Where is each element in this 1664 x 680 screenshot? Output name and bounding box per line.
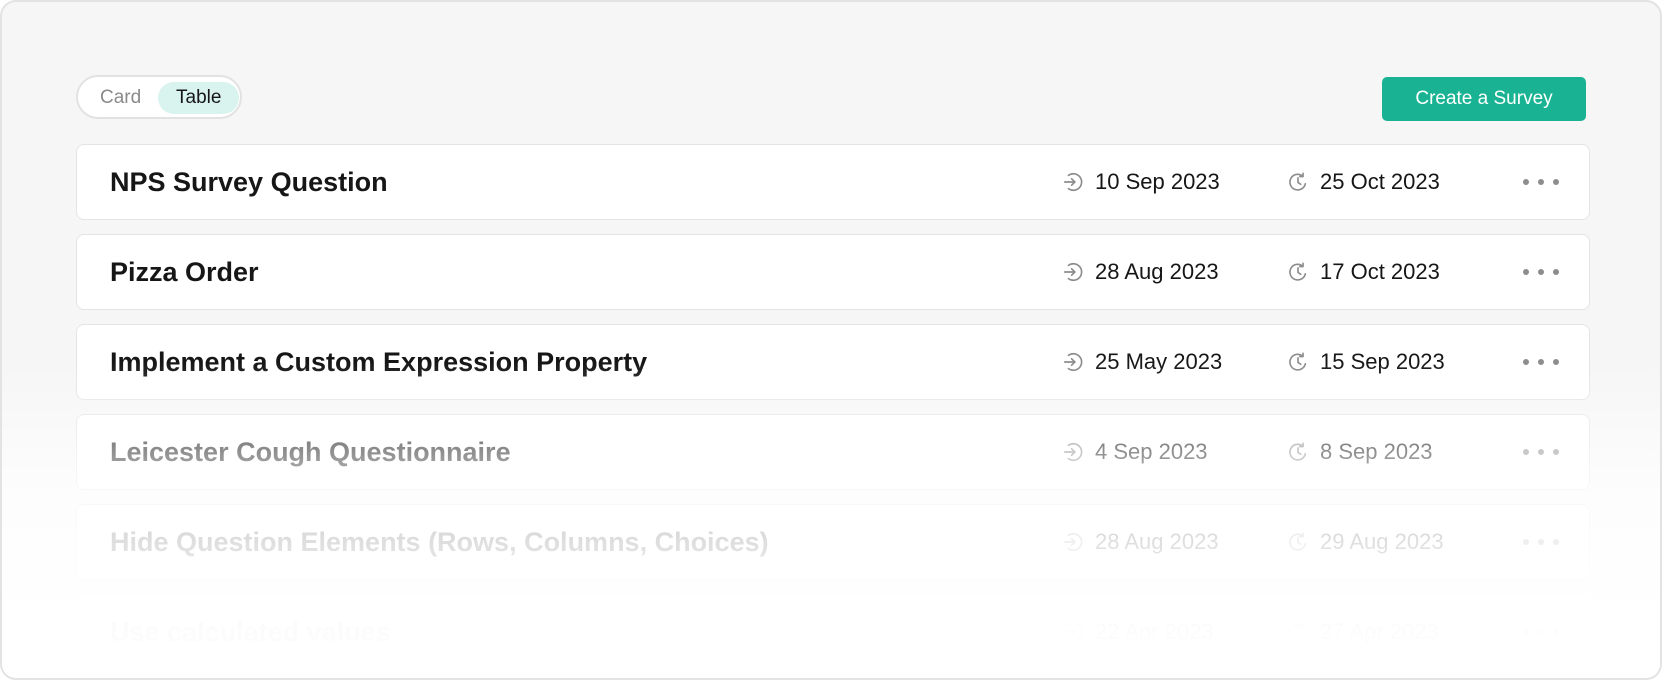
survey-title[interactable]: Use calculated values	[110, 595, 391, 669]
dot	[1523, 179, 1529, 185]
survey-list-panel: Card Table Create a Survey NPS Survey Qu…	[0, 0, 1662, 680]
modified-date-text: 15 Sep 2023	[1320, 349, 1445, 374]
dot	[1553, 449, 1559, 455]
created-date-text: 25 May 2023	[1095, 349, 1223, 374]
history-icon	[1289, 172, 1307, 191]
view-toggle: Card Table	[76, 75, 242, 119]
dot	[1538, 629, 1544, 635]
more-horizontal-icon[interactable]	[1523, 620, 1559, 644]
created-date: 10 Sep 2023	[1062, 145, 1220, 219]
survey-row[interactable]: Leicester Cough Questionnaire 4 Sep 2023…	[76, 414, 1590, 490]
survey-table: NPS Survey Question 10 Sep 2023 25 Oct 2…	[76, 144, 1590, 678]
modified-date-text: 27 Apr 2023	[1320, 619, 1439, 644]
modified-date-text: 17 Oct 2023	[1320, 259, 1440, 284]
toolbar: Card Table Create a Survey	[76, 75, 1586, 123]
more-horizontal-icon[interactable]	[1523, 350, 1559, 374]
card-view-option[interactable]: Card	[82, 82, 159, 114]
dot	[1538, 359, 1544, 365]
survey-row[interactable]: Implement a Custom Expression Property 2…	[76, 324, 1590, 400]
arrow-in-circle-icon	[1063, 262, 1083, 282]
survey-title[interactable]: Leicester Cough Questionnaire	[110, 415, 511, 489]
modified-date: 27 Apr 2023	[1287, 595, 1439, 669]
dot	[1538, 269, 1544, 275]
survey-title[interactable]: Implement a Custom Expression Property	[110, 325, 647, 399]
dot	[1553, 179, 1559, 185]
dot	[1553, 269, 1559, 275]
history-icon	[1289, 622, 1307, 641]
dot	[1553, 629, 1559, 635]
arrow-in-circle-icon	[1063, 352, 1083, 372]
dot	[1523, 269, 1529, 275]
created-date: 22 Apr 2023	[1062, 595, 1214, 669]
created-date-text: 22 Apr 2023	[1095, 619, 1214, 644]
more-horizontal-icon[interactable]	[1523, 260, 1559, 284]
created-date-text: 28 Aug 2023	[1095, 529, 1219, 554]
arrow-in-circle-icon	[1063, 442, 1083, 462]
dot	[1523, 359, 1529, 365]
dot	[1523, 629, 1529, 635]
create-survey-button[interactable]: Create a Survey	[1382, 77, 1586, 121]
modified-date: 29 Aug 2023	[1287, 505, 1444, 579]
history-icon	[1289, 262, 1307, 281]
more-horizontal-icon[interactable]	[1523, 530, 1559, 554]
more-horizontal-icon[interactable]	[1523, 170, 1559, 194]
survey-title[interactable]: NPS Survey Question	[110, 145, 388, 219]
dot	[1523, 449, 1529, 455]
dot	[1523, 539, 1529, 545]
survey-row[interactable]: Use calculated values 22 Apr 2023 27 Apr…	[76, 594, 1590, 670]
created-date: 28 Aug 2023	[1062, 505, 1219, 579]
modified-date-text: 29 Aug 2023	[1320, 529, 1444, 554]
created-date-text: 10 Sep 2023	[1095, 169, 1220, 194]
dot	[1553, 539, 1559, 545]
survey-row[interactable]: Pizza Order 28 Aug 2023 17 Oct 2023	[76, 234, 1590, 310]
dot	[1538, 179, 1544, 185]
dot	[1538, 539, 1544, 545]
history-icon	[1289, 352, 1307, 371]
dot	[1538, 449, 1544, 455]
modified-date-text: 8 Sep 2023	[1320, 439, 1433, 464]
history-icon	[1289, 532, 1307, 551]
created-date-text: 4 Sep 2023	[1095, 439, 1208, 464]
modified-date: 25 Oct 2023	[1287, 145, 1440, 219]
more-horizontal-icon[interactable]	[1523, 440, 1559, 464]
table-view-option[interactable]: Table	[158, 82, 240, 114]
modified-date-text: 25 Oct 2023	[1320, 169, 1440, 194]
survey-title[interactable]: Hide Question Elements (Rows, Columns, C…	[110, 505, 769, 579]
modified-date: 15 Sep 2023	[1287, 325, 1445, 399]
survey-row[interactable]: Hide Question Elements (Rows, Columns, C…	[76, 504, 1590, 580]
modified-date: 17 Oct 2023	[1287, 235, 1440, 309]
modified-date: 8 Sep 2023	[1287, 415, 1433, 489]
created-date: 4 Sep 2023	[1062, 415, 1208, 489]
arrow-in-circle-icon	[1063, 622, 1083, 642]
arrow-in-circle-icon	[1063, 532, 1083, 552]
created-date: 25 May 2023	[1062, 325, 1222, 399]
created-date: 28 Aug 2023	[1062, 235, 1219, 309]
dot	[1553, 359, 1559, 365]
survey-row[interactable]: NPS Survey Question 10 Sep 2023 25 Oct 2…	[76, 144, 1590, 220]
history-icon	[1289, 442, 1307, 461]
arrow-in-circle-icon	[1063, 172, 1083, 192]
survey-title[interactable]: Pizza Order	[110, 235, 259, 309]
created-date-text: 28 Aug 2023	[1095, 259, 1219, 284]
